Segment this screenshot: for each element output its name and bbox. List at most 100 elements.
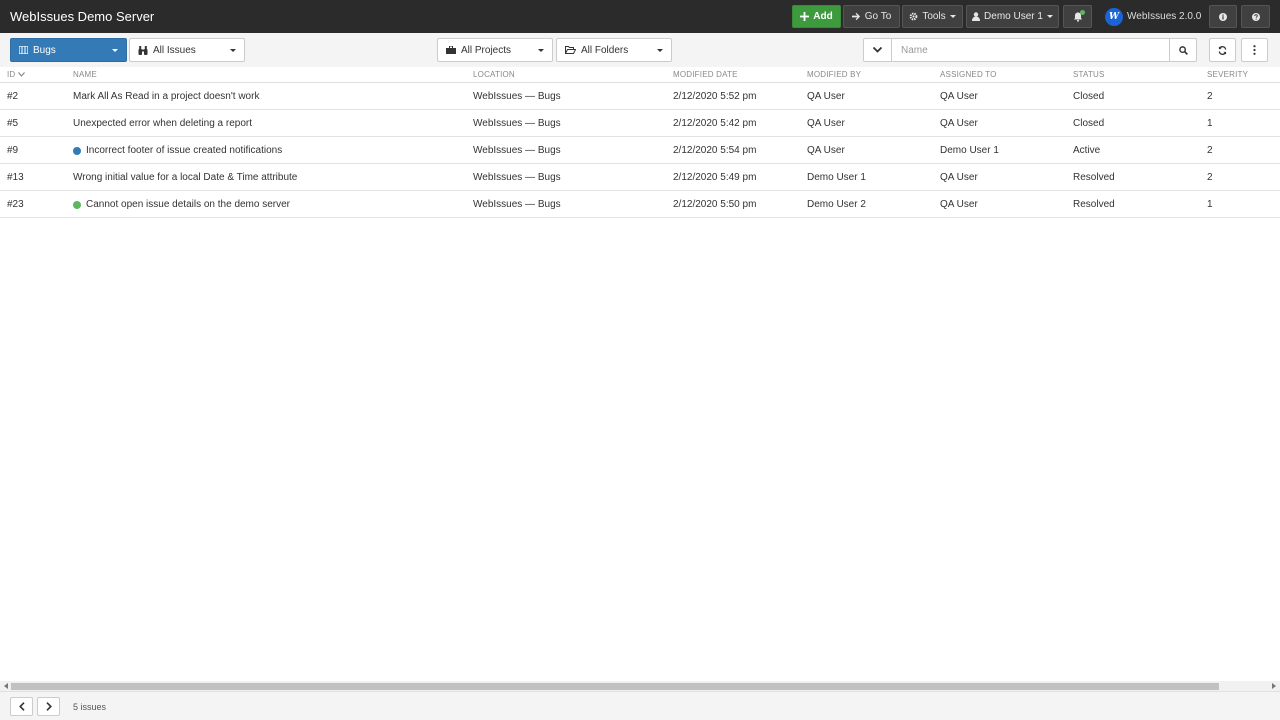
search-column-toggle[interactable] xyxy=(863,38,892,62)
cell-location: WebIssues — Bugs xyxy=(473,145,561,156)
binoculars-icon xyxy=(138,45,148,55)
cell-modified-date: 2/12/2020 5:54 pm xyxy=(673,145,757,156)
cell-status: Active xyxy=(1073,145,1101,156)
filter-selector[interactable]: All Issues xyxy=(129,38,245,62)
cell-modified-by: Demo User 2 xyxy=(807,199,866,210)
cell-name: Mark All As Read in a project doesn't wo… xyxy=(73,91,260,102)
cell-status: Closed xyxy=(1073,118,1105,129)
chevron-down-icon xyxy=(949,15,956,18)
gear-icon xyxy=(909,12,918,21)
notifications-button[interactable] xyxy=(1063,5,1092,28)
cell-location: WebIssues — Bugs xyxy=(473,91,561,102)
column-header-status[interactable]: Status xyxy=(1073,70,1105,79)
server-title[interactable]: WebIssues Demo Server xyxy=(10,9,154,24)
folders-selector-label: All Folders xyxy=(581,44,629,56)
brand[interactable]: W WebIssues 2.0.0 xyxy=(1105,7,1201,26)
scroll-left-arrow-icon[interactable] xyxy=(4,683,8,689)
footer: 5 issues xyxy=(0,691,1280,720)
table-row[interactable]: #9 Incorrect footer of issue created not… xyxy=(0,137,1280,164)
search-input[interactable] xyxy=(892,38,1169,62)
chevron-down-icon xyxy=(112,49,118,52)
table-header: ID Name Location Modified Date Modified … xyxy=(0,67,1280,83)
cell-severity: 2 xyxy=(1207,91,1213,102)
scroll-right-arrow-icon[interactable] xyxy=(1272,683,1276,689)
user-menu-label: Demo User 1 xyxy=(984,11,1043,22)
add-button[interactable]: Add xyxy=(792,5,841,28)
folders-selector[interactable]: All Folders xyxy=(556,38,672,62)
chevron-down-icon xyxy=(873,47,882,53)
cell-location: WebIssues — Bugs xyxy=(473,199,561,210)
user-icon xyxy=(972,12,981,21)
help-button[interactable] xyxy=(1241,5,1270,28)
chevron-left-icon xyxy=(18,702,25,711)
table-row[interactable]: #13 Wrong initial value for a local Date… xyxy=(0,164,1280,191)
cell-location: WebIssues — Bugs xyxy=(473,118,561,129)
new-indicator-icon xyxy=(73,200,81,209)
notification-indicator xyxy=(1080,10,1085,15)
cell-name: Wrong initial value for a local Date & T… xyxy=(73,172,298,183)
column-header-assigned-to[interactable]: Assigned To xyxy=(940,70,997,79)
previous-page-button[interactable] xyxy=(10,697,33,716)
cell-modified-by: QA User xyxy=(807,145,845,156)
column-header-name[interactable]: Name xyxy=(73,70,97,79)
column-header-modified-date[interactable]: Modified Date xyxy=(673,70,738,79)
plus-icon xyxy=(800,12,810,21)
folder-open-icon xyxy=(565,46,576,54)
cell-name-text: Cannot open issue details on the demo se… xyxy=(86,199,291,210)
issue-count: 5 issues xyxy=(73,702,107,712)
refresh-button[interactable] xyxy=(1209,38,1236,62)
help-icon xyxy=(1251,12,1260,21)
sort-desc-icon xyxy=(18,72,26,77)
search-icon xyxy=(1178,45,1188,55)
goto-button[interactable]: Go To xyxy=(843,5,900,28)
cell-name: Unexpected error when deleting a report xyxy=(73,118,252,129)
view-selector-label: Bugs xyxy=(33,44,56,56)
top-header: WebIssues Demo Server Add Go To Tools De… xyxy=(0,0,1280,33)
column-header-severity[interactable]: Severity xyxy=(1207,70,1248,79)
table-row[interactable]: #2 Mark All As Read in a project doesn't… xyxy=(0,83,1280,110)
cell-status: Closed xyxy=(1073,91,1105,102)
add-button-label: Add xyxy=(813,11,833,22)
chevron-down-icon xyxy=(1046,15,1053,18)
cell-severity: 1 xyxy=(1207,199,1213,210)
cell-modified-by: Demo User 1 xyxy=(807,172,866,183)
cell-modified-date: 2/12/2020 5:52 pm xyxy=(673,91,757,102)
cell-assigned-to: Demo User 1 xyxy=(940,145,999,156)
cell-status: Resolved xyxy=(1073,172,1115,183)
goto-button-label: Go To xyxy=(864,11,892,22)
cell-modified-by: QA User xyxy=(807,118,845,129)
cell-name-text: Incorrect footer of issue created notifi… xyxy=(86,145,283,156)
table-row[interactable]: #5 Unexpected error when deleting a repo… xyxy=(0,110,1280,137)
next-page-button[interactable] xyxy=(37,697,60,716)
chevron-down-icon xyxy=(657,49,663,52)
briefcase-icon xyxy=(446,46,456,54)
horizontal-scrollbar[interactable] xyxy=(0,681,1280,691)
column-header-id[interactable]: ID xyxy=(7,70,26,79)
cell-modified-date: 2/12/2020 5:49 pm xyxy=(673,172,757,183)
projects-selector-label: All Projects xyxy=(461,44,512,56)
unread-indicator-icon xyxy=(73,146,81,155)
info-icon xyxy=(1219,12,1227,21)
column-header-location[interactable]: Location xyxy=(473,70,515,79)
search-group xyxy=(863,38,1197,62)
more-options-button[interactable] xyxy=(1241,38,1268,62)
cell-name: Cannot open issue details on the demo se… xyxy=(73,199,290,210)
cell-modified-by: QA User xyxy=(807,91,845,102)
projects-selector[interactable]: All Projects xyxy=(437,38,553,62)
user-menu-button[interactable]: Demo User 1 xyxy=(966,5,1059,28)
cell-location: WebIssues — Bugs xyxy=(473,172,561,183)
cell-assigned-to: QA User xyxy=(940,172,978,183)
cell-modified-date: 2/12/2020 5:50 pm xyxy=(673,199,757,210)
search-button[interactable] xyxy=(1169,38,1197,62)
about-button[interactable] xyxy=(1209,5,1237,28)
tools-button[interactable]: Tools xyxy=(902,5,963,28)
cell-severity: 2 xyxy=(1207,145,1213,156)
chevron-right-icon xyxy=(45,702,52,711)
view-selector[interactable]: Bugs xyxy=(10,38,127,62)
table-row[interactable]: #23 Cannot open issue details on the dem… xyxy=(0,191,1280,218)
scrollbar-thumb[interactable] xyxy=(11,683,1219,690)
refresh-icon xyxy=(1218,45,1227,55)
toolbar: Bugs All Issues All Projects All Folders xyxy=(0,33,1280,68)
chevron-down-icon xyxy=(230,49,236,52)
column-header-modified-by[interactable]: Modified By xyxy=(807,70,861,79)
